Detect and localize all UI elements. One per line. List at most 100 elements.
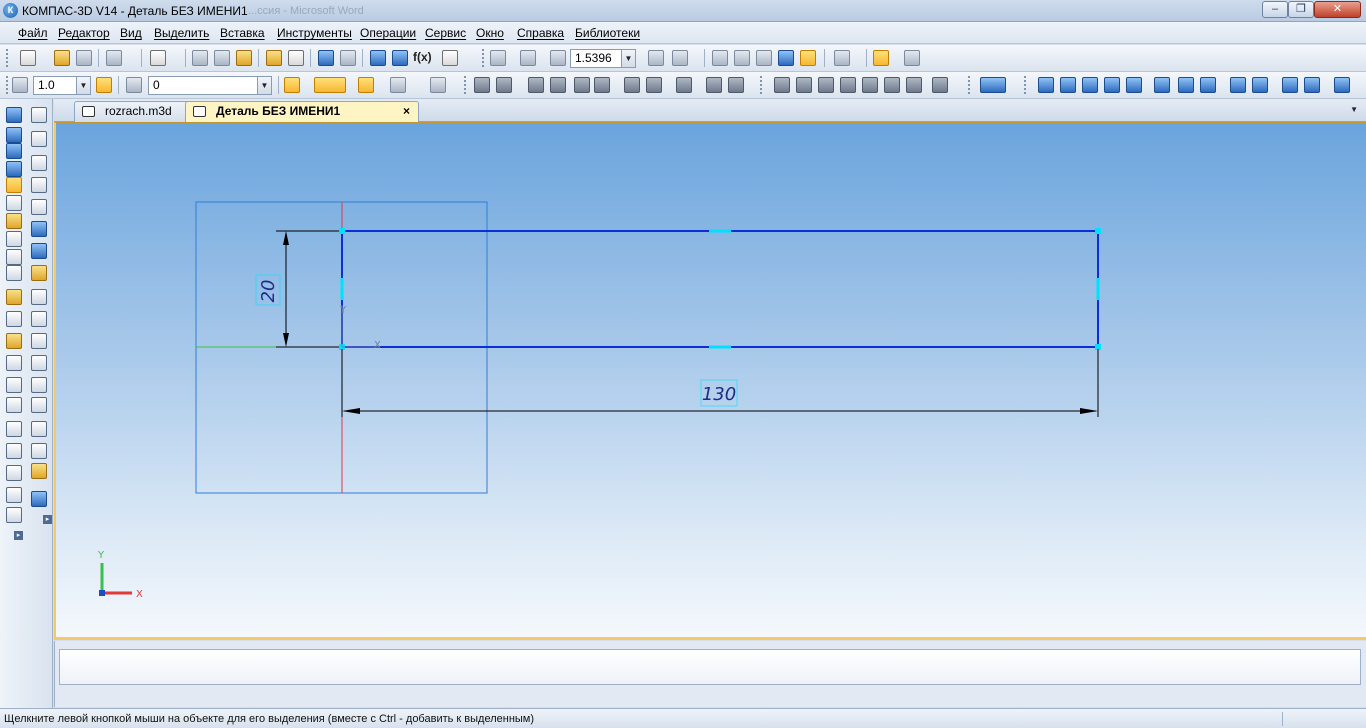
tool-arc-3pt-icon[interactable] <box>31 199 47 215</box>
grid-icon[interactable] <box>390 77 406 93</box>
layer-combo[interactable]: 0 ▼ <box>148 76 272 95</box>
tool-surfaces-icon[interactable] <box>6 161 22 177</box>
menu-file[interactable]: Файл <box>18 26 48 40</box>
sketch-rectangle[interactable] <box>341 230 1099 348</box>
tool-parametrization-icon[interactable] <box>6 231 22 247</box>
chevron-down-icon[interactable]: ▼ <box>1350 105 1358 114</box>
tool-stamp-icon[interactable] <box>6 507 22 523</box>
tool-polyline-icon[interactable] <box>31 289 47 305</box>
op-array-icon[interactable] <box>706 77 722 93</box>
properties-icon[interactable] <box>288 50 304 66</box>
selection-filter-icon[interactable] <box>980 77 1006 93</box>
constraint-vertical-icon[interactable] <box>1038 77 1054 93</box>
surface-offset-icon[interactable] <box>796 77 812 93</box>
snap-magnet-icon[interactable] <box>314 77 346 93</box>
tab-detail[interactable]: Деталь БЕЗ ИМЕНИ1 × <box>185 101 419 122</box>
constraint-perpendicular-icon[interactable] <box>1104 77 1120 93</box>
filter-icon[interactable] <box>904 50 920 66</box>
measure-icon[interactable] <box>932 77 948 93</box>
tool-bezier-icon[interactable] <box>31 311 47 327</box>
anchor-icon[interactable] <box>1252 77 1268 93</box>
tool-spec-icon[interactable] <box>6 289 22 305</box>
dim-height-value[interactable]: 20 <box>258 280 279 303</box>
layer-icon[interactable] <box>126 77 142 93</box>
orientation-icon[interactable] <box>672 50 688 66</box>
tool-arc-icon[interactable] <box>6 443 22 459</box>
parameters-icon[interactable] <box>1304 77 1320 93</box>
tool-point-dot-icon[interactable] <box>31 107 47 123</box>
tool-ellipse-icon[interactable] <box>31 221 47 237</box>
menu-insert[interactable]: Вставка <box>220 26 265 40</box>
surface-angle-icon[interactable] <box>818 77 834 93</box>
format-brush-icon[interactable] <box>266 50 282 66</box>
surface-middle-icon[interactable] <box>884 77 900 93</box>
op-loft-icon[interactable] <box>550 77 566 93</box>
surface-tangent-icon[interactable] <box>862 77 878 93</box>
paste-icon[interactable] <box>236 50 252 66</box>
thin-lines-icon[interactable] <box>756 50 772 66</box>
print-preview-icon[interactable] <box>150 50 166 66</box>
op-mirror-icon[interactable] <box>728 77 744 93</box>
op-cut-icon[interactable] <box>574 77 590 93</box>
delete-constraint-icon[interactable] <box>1334 77 1350 93</box>
halftone-edges-icon[interactable] <box>800 50 816 66</box>
redo-icon[interactable] <box>340 50 356 66</box>
fillet-tool-icon[interactable] <box>430 77 446 93</box>
tool-polygon-icon[interactable] <box>31 397 47 413</box>
manager-icon[interactable] <box>370 50 386 66</box>
sketch-canvas[interactable]: 20 X Y 130 Y X <box>56 123 1366 637</box>
tool-chamfer-icon[interactable] <box>31 333 47 349</box>
surface-plane-icon[interactable] <box>774 77 790 93</box>
tool-filter-icon[interactable] <box>6 143 22 159</box>
op-hole-icon[interactable] <box>594 77 610 93</box>
step-combo[interactable]: 1.0 ▼ <box>33 76 91 95</box>
properties-field[interactable] <box>59 649 1361 685</box>
maximize-button[interactable]: ❐ <box>1288 1 1314 18</box>
toolbar-grip[interactable] <box>6 76 9 94</box>
hidden-lines-icon[interactable] <box>734 50 750 66</box>
close-window-button[interactable]: ✕ <box>1314 1 1361 18</box>
menu-libraries[interactable]: Библиотеки <box>575 26 640 40</box>
cut-icon[interactable] <box>192 50 208 66</box>
new-document-icon[interactable] <box>20 50 36 66</box>
tool-triangle-icon[interactable] <box>6 465 22 481</box>
variables-icon[interactable] <box>392 50 408 66</box>
toolbar-grip[interactable] <box>482 49 485 67</box>
print-icon[interactable] <box>106 50 122 66</box>
surface-normal-icon[interactable] <box>840 77 856 93</box>
tool-dimensions-icon[interactable] <box>6 195 22 211</box>
zoom-icon[interactable] <box>550 50 566 66</box>
menu-view[interactable]: Вид <box>120 26 142 40</box>
chevron-down-icon[interactable]: ▼ <box>76 77 90 94</box>
zoom-window-icon[interactable] <box>490 50 506 66</box>
menu-service[interactable]: Сервис <box>425 26 466 40</box>
section-view-icon[interactable] <box>834 50 850 66</box>
toolbar-grip[interactable] <box>1024 76 1027 94</box>
ortho-icon[interactable] <box>358 77 374 93</box>
model-viewport[interactable]: 20 X Y 130 Y X <box>54 122 1366 640</box>
panel-expand-icon[interactable]: ▸ <box>14 531 23 540</box>
corner-point[interactable] <box>1095 228 1101 234</box>
surface-edge-icon[interactable] <box>906 77 922 93</box>
op-rotate-icon[interactable] <box>496 77 512 93</box>
tool-segment-icon[interactable] <box>31 155 47 171</box>
minimize-button[interactable]: – <box>1262 1 1288 18</box>
toolbar-grip[interactable] <box>6 49 9 67</box>
tool-rectangle-icon[interactable] <box>31 377 47 393</box>
tool-lightning-icon[interactable] <box>6 333 22 349</box>
chevron-down-icon[interactable]: ▼ <box>621 50 635 67</box>
tool-compass-icon[interactable] <box>6 421 22 437</box>
menu-select[interactable]: Выделить <box>154 26 209 40</box>
save-icon[interactable] <box>76 50 92 66</box>
tool-point-icon[interactable] <box>6 377 22 393</box>
op-fillet-icon[interactable] <box>624 77 640 93</box>
op-kinematic-icon[interactable] <box>528 77 544 93</box>
tool-3d-icon[interactable] <box>6 107 22 123</box>
corner-point[interactable] <box>339 228 345 234</box>
menu-editor[interactable]: Редактор <box>58 26 110 40</box>
tool-dimension-linear-icon[interactable] <box>6 311 22 327</box>
tool-wave-icon[interactable] <box>6 397 22 413</box>
undo-icon[interactable] <box>318 50 334 66</box>
info-icon[interactable] <box>1282 77 1298 93</box>
op-chamfer-icon[interactable] <box>646 77 662 93</box>
